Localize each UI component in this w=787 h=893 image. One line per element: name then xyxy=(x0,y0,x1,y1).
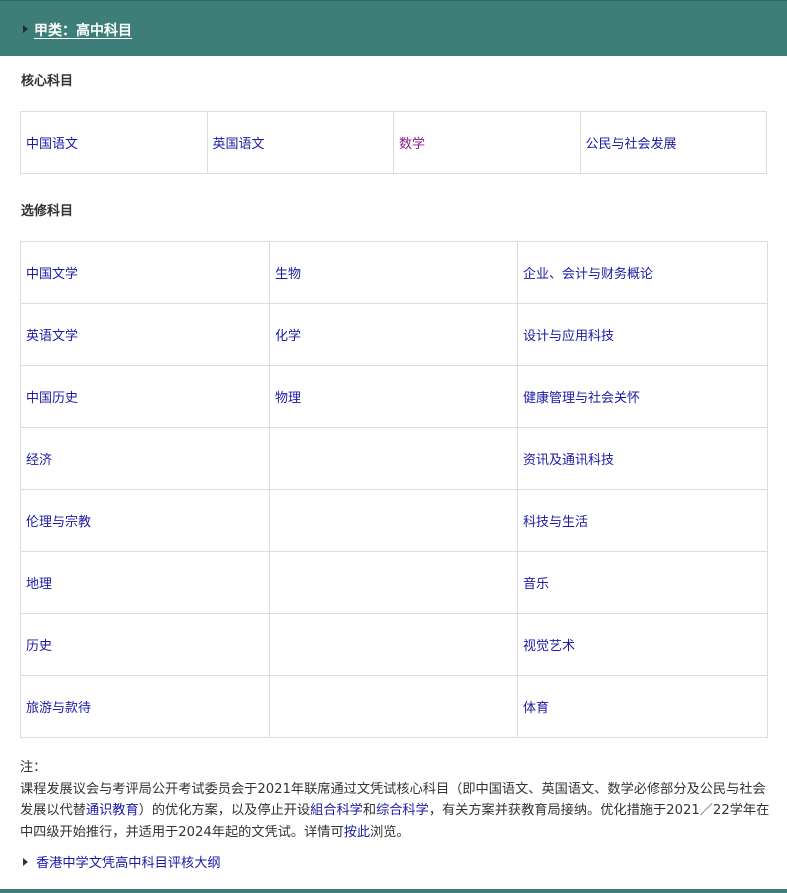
subject-link[interactable]: 物理 xyxy=(275,391,301,406)
note-link-integrated-science[interactable]: 综合科学 xyxy=(376,803,429,818)
elective-cell: 资讯及通讯科技 xyxy=(517,427,768,490)
note-paragraph: 课程发展议会与考评局公开考试委员会于2021年联席通过文凭试核心科目（即中国语文… xyxy=(20,779,770,844)
elective-row: 中国文学 生物 企业、会计与财务概论 xyxy=(20,241,768,304)
elective-cell: 设计与应用科技 xyxy=(517,303,768,366)
subject-link[interactable]: 中国语文 xyxy=(26,137,78,152)
subject-link[interactable]: 中国文学 xyxy=(26,267,78,282)
elective-cell xyxy=(269,489,518,552)
elective-cell: 伦理与宗教 xyxy=(20,489,270,552)
subject-link[interactable]: 历史 xyxy=(26,639,52,654)
subject-link[interactable]: 化学 xyxy=(275,329,301,344)
subject-link[interactable]: 生物 xyxy=(275,267,301,282)
elective-cell: 历史 xyxy=(20,613,270,676)
elective-subjects-table: 中国文学 生物 企业、会计与财务概论英语文学 化学 设计与应用科技中国历史 物理 健康管理与… xyxy=(20,241,768,738)
core-cell: 中国语文 xyxy=(20,111,208,174)
note-heading: 注： xyxy=(20,760,47,775)
subject-link[interactable]: 伦理与宗教 xyxy=(26,515,91,530)
elective-cell: 体育 xyxy=(517,675,768,738)
section-header: 甲类：高中科目 xyxy=(0,0,787,56)
subject-link[interactable]: 数学 xyxy=(399,137,425,152)
subject-link[interactable]: 英国语文 xyxy=(213,137,265,152)
subject-link[interactable]: 体育 xyxy=(523,701,549,716)
elective-cell: 物理 xyxy=(269,365,518,428)
elective-row: 历史 视觉艺术 xyxy=(20,613,768,676)
core-cell: 公民与社会发展 xyxy=(579,111,767,174)
elective-cell: 旅游与款待 xyxy=(20,675,270,738)
elective-row: 伦理与宗教 科技与生活 xyxy=(20,489,768,552)
core-cell: 英国语文 xyxy=(206,111,394,174)
elective-cell: 音乐 xyxy=(517,551,768,614)
footer-divider xyxy=(0,889,787,893)
subject-link[interactable]: 经济 xyxy=(26,453,52,468)
core-subjects-heading: 核心科目 xyxy=(21,74,74,89)
elective-cell: 英语文学 xyxy=(20,303,270,366)
elective-cell: 经济 xyxy=(20,427,270,490)
elective-row: 旅游与款待 体育 xyxy=(20,675,768,738)
subject-link[interactable]: 健康管理与社会关怀 xyxy=(523,391,640,406)
note-text: 和 xyxy=(362,803,377,818)
elective-cell xyxy=(269,613,518,676)
note-link-combined-science[interactable]: 組合科学 xyxy=(310,803,363,818)
elective-cell: 中国历史 xyxy=(20,365,270,428)
caret-right-icon xyxy=(23,858,28,866)
note-text: ）的优化方案，以及停止开设 xyxy=(138,803,311,818)
core-cell: 数学 xyxy=(393,111,581,174)
elective-cell: 企业、会计与财务概论 xyxy=(517,241,768,304)
subject-link[interactable]: 英语文学 xyxy=(26,329,78,344)
elective-cell xyxy=(269,551,518,614)
elective-cell: 科技与生活 xyxy=(517,489,768,552)
elective-subjects-heading: 选修科目 xyxy=(21,204,74,219)
note-text: 浏览。 xyxy=(370,824,410,840)
caret-right-icon xyxy=(23,25,28,33)
subject-link[interactable]: 资讯及通讯科技 xyxy=(523,453,614,468)
section-title-link[interactable]: 甲类：高中科目 xyxy=(34,20,132,40)
subject-link[interactable]: 地理 xyxy=(26,577,52,592)
elective-cell: 生物 xyxy=(269,241,518,304)
elective-cell xyxy=(269,675,518,738)
note-link-liberal-studies[interactable]: 通识教育 xyxy=(86,803,139,818)
dse-curriculum-link[interactable]: 香港中学文凭高中科目评核大纲 xyxy=(36,856,221,871)
note-link-click-here[interactable]: 按此 xyxy=(344,825,370,840)
subject-link[interactable]: 视觉艺术 xyxy=(523,639,575,654)
curriculum-link-row: 香港中学文凭高中科目评核大纲 xyxy=(20,852,221,871)
core-subjects-table: 中国语文 英国语文 数学 公民与社会发展 xyxy=(20,111,767,174)
subject-link[interactable]: 音乐 xyxy=(523,577,549,592)
elective-cell: 健康管理与社会关怀 xyxy=(517,365,768,428)
subject-link[interactable]: 科技与生活 xyxy=(523,515,588,530)
elective-row: 经济 资讯及通讯科技 xyxy=(20,427,768,490)
elective-cell: 视觉艺术 xyxy=(517,613,768,676)
elective-row: 中国历史 物理 健康管理与社会关怀 xyxy=(20,365,768,428)
note-block: 注： 课程发展议会与考评局公开考试委员会于2021年联席通过文凭试核心科目（即中… xyxy=(20,757,770,843)
subject-link[interactable]: 旅游与款待 xyxy=(26,701,91,716)
subject-link[interactable]: 中国历史 xyxy=(26,391,78,406)
subject-link[interactable]: 企业、会计与财务概论 xyxy=(523,267,653,282)
elective-cell: 地理 xyxy=(20,551,270,614)
elective-cell: 化学 xyxy=(269,303,518,366)
elective-row: 英语文学 化学 设计与应用科技 xyxy=(20,303,768,366)
subject-link[interactable]: 公民与社会发展 xyxy=(586,137,677,152)
elective-row: 地理 音乐 xyxy=(20,551,768,614)
subject-link[interactable]: 设计与应用科技 xyxy=(523,329,614,344)
elective-cell xyxy=(269,427,518,490)
elective-cell: 中国文学 xyxy=(20,241,270,304)
